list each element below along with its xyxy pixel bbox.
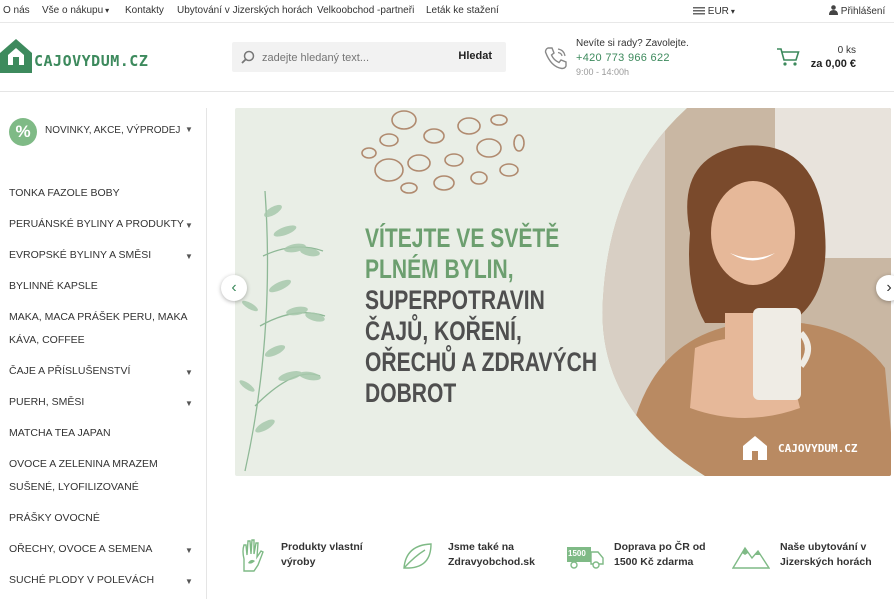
shipping-badge: 1500	[568, 549, 586, 558]
feature-line: Naše ubytování v	[780, 541, 867, 553]
nav-link-vse-o-nakupu[interactable]: Vše o nákupu ▾	[42, 5, 109, 16]
feature-accommodation: Naše ubytování v Jizerských horách	[780, 540, 872, 570]
chevron-left-icon: ‹	[231, 279, 237, 296]
feature-zdravyobchod: Jsme také na Zdravyobchod.sk	[448, 540, 535, 570]
currency-icon	[693, 7, 705, 15]
mountain-icon	[732, 546, 770, 569]
search-button[interactable]: Hledat	[458, 50, 492, 62]
sidebar-item-prasky[interactable]: PRÁŠKY OVOCNÉ	[9, 507, 189, 530]
chevron-down-icon: ▾	[730, 7, 735, 16]
sidebar-item-peruanske[interactable]: PERUÁNSKÉ BYLINY A PRODUKTY	[9, 213, 189, 236]
nav-link-ubytovani[interactable]: Ubytování v Jizerských horách	[177, 5, 313, 16]
feature-line: 1500 Kč zdarma	[614, 556, 694, 568]
sidebar-item-puerh[interactable]: PUERH, SMĚSI	[9, 391, 189, 414]
sidebar-item-ovoce-zelenina[interactable]: OVOCE A ZELENINA MRAZEM SUŠENÉ, LYOFILIZ…	[9, 453, 189, 499]
sidebar-item-kapsle[interactable]: BYLINNÉ KAPSLE	[9, 275, 189, 298]
phone-icon	[544, 47, 567, 70]
banner-logo-text: CAJOVYDUM.CZ	[778, 442, 858, 455]
chevron-down-icon[interactable]: ▼	[185, 399, 193, 408]
feature-line: Doprava po ČR od	[614, 541, 706, 553]
currency-label: EUR	[707, 6, 729, 17]
sidebar-item-label-line2: KÁVA, COFFEE	[9, 334, 85, 346]
headline-line: VÍTEJTE VE SVĚTĚ	[365, 223, 560, 253]
top-bar: O nás Vše o nákupu ▾ Kontakty Ubytování v…	[0, 0, 894, 23]
contact-hours: 9:00 - 14:00h	[576, 67, 630, 77]
headline-line: PLNÉM BYLIN,	[365, 254, 514, 284]
feature-line: Zdravyobchod.sk	[448, 556, 535, 568]
nav-link-o-nas[interactable]: O nás	[3, 5, 30, 16]
fern-illustration	[239, 190, 326, 472]
house-logo-icon	[0, 39, 32, 73]
site-header: CAJOVYDUM.CZ Hledat Nevíte si rady? Zavo…	[0, 23, 894, 92]
chevron-down-icon[interactable]: ▼	[185, 577, 193, 586]
chevron-down-icon[interactable]: ▼	[185, 252, 193, 261]
cart-count: 0 ks	[837, 45, 856, 56]
contact-question: Nevíte si rady? Zavolejte.	[576, 38, 689, 49]
sidebar-item-evropske[interactable]: EVROPSKÉ BYLINY A SMĚSI	[9, 244, 189, 267]
headline-line: OŘECHŮ A ZDRAVÝCH	[365, 347, 598, 377]
chevron-right-icon: ›	[886, 279, 892, 296]
feature-line: Produkty vlastní	[281, 541, 363, 553]
headline-line: ČAJŮ, KOŘENÍ,	[365, 316, 522, 346]
nav-link-kontakty[interactable]: Kontakty	[125, 5, 164, 16]
sidebar-item-suche-plody[interactable]: SUCHÉ PLODY V POLEVÁCH	[9, 569, 189, 592]
login-link[interactable]: Přihlášení	[829, 5, 885, 17]
user-icon	[829, 5, 838, 15]
search-icon	[241, 50, 255, 64]
sidebar-item-label-line2: SUŠENÉ, LYOFILIZOVANÉ	[9, 481, 139, 493]
sidebar-item-maka[interactable]: MAKA, MACA PRÁŠEK PERU, MAKA KÁVA, COFFE…	[9, 306, 189, 352]
currency-selector[interactable]: EUR ▾	[693, 5, 735, 17]
search-input[interactable]	[260, 47, 444, 69]
nav-link-velkoobchod[interactable]: Velkoobchod -partneři	[317, 5, 414, 16]
category-sidebar: % NOVINKY, AKCE, VÝPRODEJ ▼ TONKA FAZOLE…	[0, 108, 207, 599]
nav-link-letak[interactable]: Leták ke stažení	[426, 5, 499, 16]
cart-total[interactable]: za 0,00 €	[811, 58, 856, 70]
nuts-illustration	[361, 110, 525, 194]
feature-line: Jizerských horách	[780, 556, 872, 568]
hero-photo	[602, 108, 891, 476]
feature-line: výroby	[281, 556, 316, 568]
slider-prev-button[interactable]: ‹	[221, 275, 247, 301]
feature-line: Jsme také na	[448, 541, 514, 553]
sidebar-item-orechy[interactable]: OŘECHY, OVOCE A SEMENA	[9, 538, 189, 561]
logo-text: CAJOVYDUM.CZ	[34, 52, 149, 70]
sidebar-item-label: NOVINKY, AKCE, VÝPRODEJ	[45, 125, 181, 136]
login-label: Přihlášení	[840, 6, 886, 17]
hero-headline: VÍTEJTE VE SVĚTĚ PLNÉM BYLIN, SUPERPOTRA…	[365, 223, 597, 409]
sidebar-item-tonka[interactable]: TONKA FAZOLE BOBY	[9, 182, 189, 205]
chevron-down-icon: ▾	[105, 6, 110, 15]
leaf-icon	[403, 543, 432, 569]
sidebar-item-label: MAKA, MACA PRÁŠEK PERU, MAKA	[9, 311, 188, 323]
hand-leaf-icon	[242, 539, 264, 572]
hero-banner[interactable]: VÍTEJTE VE SVĚTĚ PLNÉM BYLIN, SUPERPOTRA…	[235, 108, 891, 476]
contact-phone[interactable]: +420 773 966 622	[576, 52, 670, 64]
sidebar-item-matcha[interactable]: MATCHA TEA JAPAN	[9, 422, 189, 445]
feature-free-shipping: Doprava po ČR od 1500 Kč zdarma	[614, 540, 706, 570]
percent-icon: %	[9, 118, 37, 146]
chevron-down-icon[interactable]: ▼	[185, 368, 193, 377]
search-bar: Hledat	[232, 42, 506, 72]
sidebar-item-caje[interactable]: ČAJE A PŘÍSLUŠENSTVÍ	[9, 360, 189, 383]
headline-line: SUPERPOTRAVIN	[365, 285, 545, 315]
feature-own-products: Produkty vlastní výroby	[281, 540, 363, 570]
chevron-down-icon[interactable]: ▼	[185, 125, 193, 134]
sidebar-item-label: OVOCE A ZELENINA MRAZEM	[9, 458, 158, 470]
chevron-down-icon[interactable]: ▼	[185, 221, 193, 230]
nav-link-label: Vše o nákupu	[42, 5, 104, 16]
chevron-down-icon[interactable]: ▼	[185, 546, 193, 555]
headline-line: DOBROT	[365, 378, 457, 408]
cart-icon[interactable]	[776, 47, 800, 67]
